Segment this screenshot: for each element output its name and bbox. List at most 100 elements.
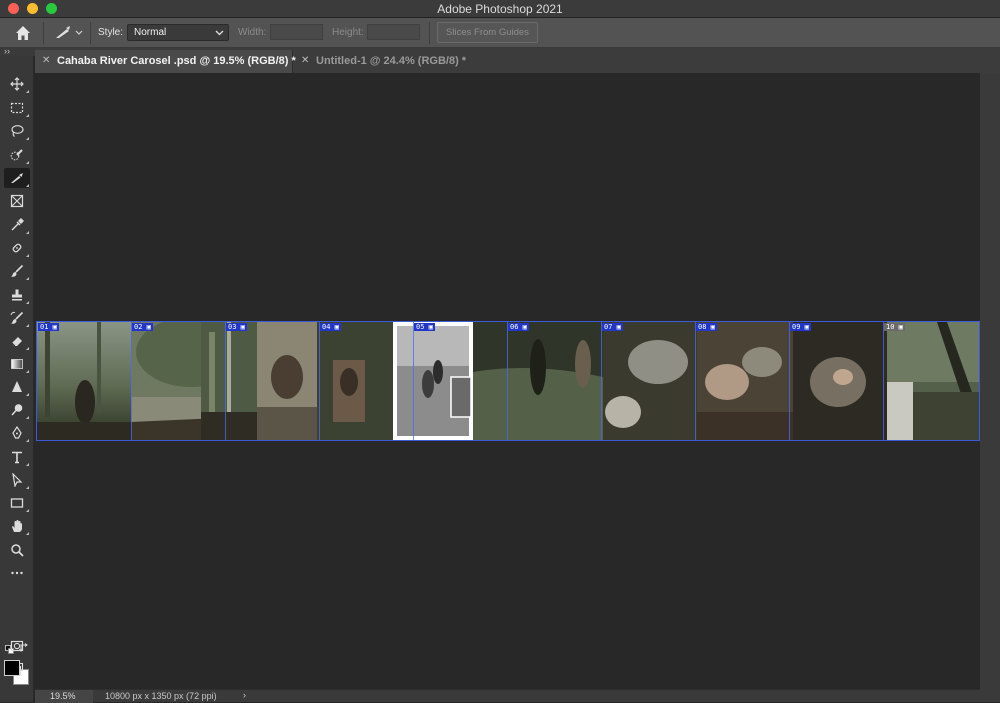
path-selection-tool[interactable] (4, 470, 30, 490)
options-bar: Style: Normal Width: Height: Slices From… (0, 18, 1000, 48)
slice-label[interactable]: 10 ▣ (884, 323, 905, 331)
document-tab-bar: ✕ Cahaba River Carosel .psd @ 19.5% (RGB… (35, 48, 1000, 73)
status-bar: 19.5% 10800 px x 1350 px (72 ppi) › (35, 689, 980, 703)
marquee-tool[interactable] (4, 98, 30, 118)
eyedropper-icon (11, 218, 24, 231)
quick-selection-icon (10, 149, 23, 161)
slice-boundary (225, 322, 226, 440)
width-input[interactable] (270, 24, 323, 40)
tab-untitled-1[interactable]: ✕ Untitled-1 @ 24.4% (RGB/8) * (294, 50, 474, 73)
hand-tool[interactable] (4, 516, 30, 536)
double-chevron-icon[interactable]: ›› (4, 46, 10, 56)
photo-couple-stream (473, 322, 603, 440)
frame-icon (10, 194, 24, 208)
options-separator (429, 22, 430, 44)
home-button[interactable] (10, 22, 36, 44)
chevron-right-icon[interactable]: › (243, 690, 246, 700)
type-tool[interactable] (4, 447, 30, 467)
slices-from-guides-button[interactable]: Slices From Guides (437, 22, 538, 43)
move-tool[interactable] (4, 74, 30, 94)
tool-flyout-indicator (26, 254, 29, 257)
gradient-tool[interactable] (4, 354, 30, 374)
slice-boundary (789, 322, 790, 440)
slice-boundary (601, 322, 602, 440)
lasso-icon (11, 125, 24, 137)
dodge-tool[interactable] (4, 400, 30, 420)
tool-flyout-indicator (26, 486, 29, 489)
style-select-value: Normal (134, 27, 167, 38)
height-label: Height: (332, 27, 364, 38)
slice-tool[interactable] (4, 168, 30, 188)
slice-icon (11, 173, 23, 183)
style-label: Style: (98, 27, 124, 38)
move-icon (10, 77, 24, 91)
slice-boundary (695, 322, 696, 440)
tool-flyout-indicator (26, 90, 29, 93)
tool-preset-picker[interactable] (52, 22, 88, 44)
lasso-tool[interactable] (4, 121, 30, 141)
healing-brush-tool[interactable] (4, 238, 30, 258)
slice-label[interactable]: 06 ▣ (508, 323, 529, 331)
tool-flyout-indicator (26, 184, 29, 187)
zoom-tool[interactable] (4, 540, 30, 560)
photo-woman-floating (793, 322, 887, 440)
rectangle-icon (10, 498, 24, 508)
document-canvas[interactable]: 01 ▣ 02 ▣ 03 ▣ 04 ▣ 05 ▣ 06 ▣ 07 ▣ 08 ▣ … (36, 321, 980, 441)
window-title: Adobe Photoshop 2021 (437, 2, 563, 16)
pen-icon (12, 426, 22, 439)
arrow-pointer-icon (12, 473, 23, 487)
tool-flyout-indicator (26, 137, 29, 140)
quick-selection-tool[interactable] (4, 145, 30, 165)
tool-flyout-indicator (26, 347, 29, 350)
ellipsis-icon (11, 571, 23, 575)
zoom-level-field[interactable]: 19.5% (35, 690, 93, 703)
slice-boundary (131, 322, 132, 440)
eraser-icon (11, 337, 22, 347)
stamp-icon (12, 289, 22, 301)
slice-label[interactable]: 03 ▣ (226, 323, 247, 331)
photo-couple-embrace (257, 322, 317, 440)
slice-label[interactable]: 04 ▣ (320, 323, 341, 331)
photo-couple-lying (697, 322, 793, 440)
type-icon (12, 451, 22, 464)
slice-label[interactable]: 08 ▣ (696, 323, 717, 331)
photo-couple-forest-2 (317, 322, 393, 440)
blur-tool[interactable] (4, 377, 30, 397)
gradient-icon (11, 359, 23, 369)
slice-label[interactable]: 01 ▣ (38, 323, 59, 331)
history-brush-icon (10, 311, 24, 324)
eyedropper-tool[interactable] (4, 215, 30, 235)
slice-boundary (883, 322, 884, 440)
foreground-color-swatch[interactable] (4, 660, 20, 676)
style-select[interactable]: Normal (127, 24, 229, 41)
eraser-tool[interactable] (4, 331, 30, 351)
chevron-down-icon (215, 30, 224, 36)
tab-label: Untitled-1 @ 24.4% (RGB/8) * (316, 55, 467, 67)
options-separator (43, 22, 44, 44)
rectangle-tool[interactable] (4, 493, 30, 513)
tool-flyout-indicator (26, 301, 29, 304)
pen-tool[interactable] (4, 423, 30, 443)
hand-icon (12, 520, 22, 532)
slice-boundary (413, 322, 414, 440)
quick-mask-button[interactable] (4, 636, 30, 656)
slice-tool-icon (56, 26, 83, 38)
document-info: 10800 px x 1350 px (72 ppi) (105, 691, 217, 701)
tab-cahaba-river-carosel[interactable]: ✕ Cahaba River Carosel .psd @ 19.5% (RGB… (35, 50, 296, 73)
options-separator (90, 22, 91, 44)
clone-stamp-tool[interactable] (4, 285, 30, 305)
close-tab-icon[interactable]: ✕ (42, 55, 50, 66)
close-tab-icon[interactable]: ✕ (301, 55, 309, 66)
slice-label[interactable]: 02 ▣ (132, 323, 153, 331)
tool-flyout-indicator (26, 161, 29, 164)
history-brush-tool[interactable] (4, 308, 30, 328)
more-tools[interactable] (4, 563, 30, 583)
slice-boundary (507, 322, 508, 440)
slice-label[interactable]: 05 ▣ (414, 323, 435, 331)
frame-tool[interactable] (4, 191, 30, 211)
brush-tool[interactable] (4, 261, 30, 281)
tool-flyout-indicator (26, 277, 29, 280)
height-input[interactable] (367, 24, 420, 40)
slice-label[interactable]: 07 ▣ (602, 323, 623, 331)
slice-label[interactable]: 09 ▣ (790, 323, 811, 331)
